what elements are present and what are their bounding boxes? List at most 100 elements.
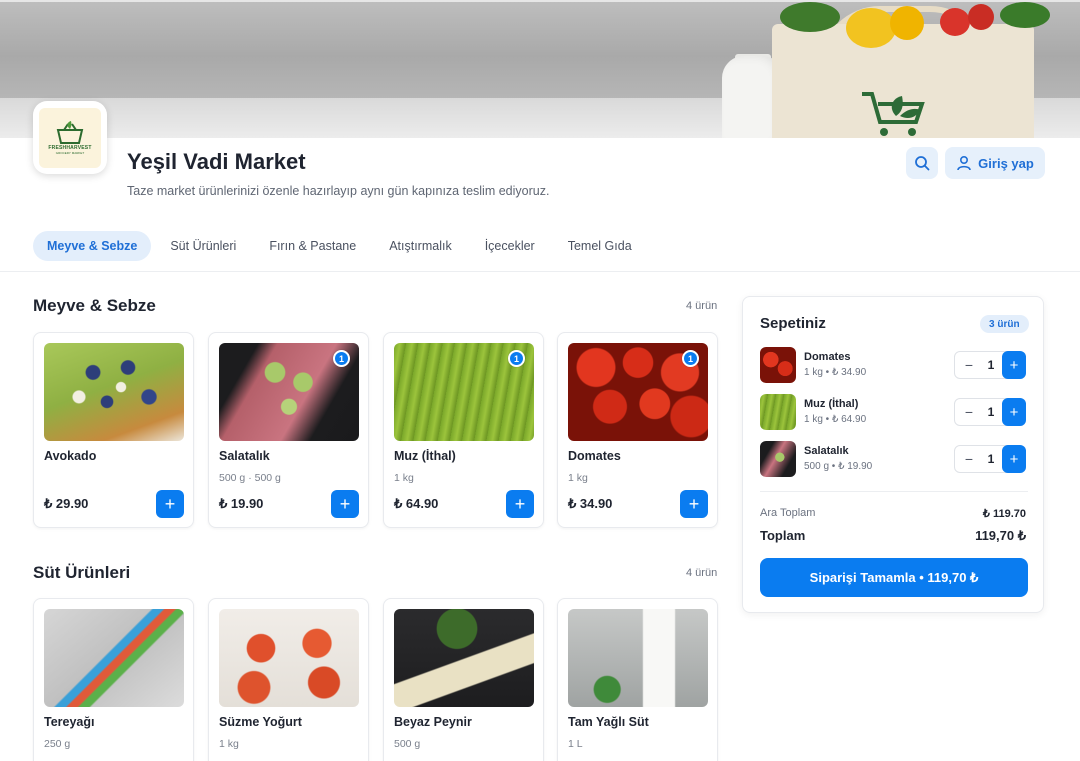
login-label: Giriş yap (978, 155, 1034, 171)
product-name: Avokado (44, 449, 97, 463)
add-to-cart-button[interactable]: + (156, 490, 184, 518)
avocado-image (44, 343, 184, 441)
product-card[interactable]: Süzme Yoğurt 1 kg (208, 598, 369, 761)
tab-firin-pastane[interactable]: Fırın & Pastane (255, 231, 370, 261)
store-description: Taze market ürünlerinizi özenle hazırlay… (127, 184, 550, 198)
total-label: Toplam (760, 528, 806, 543)
section-count: 4 ürün (686, 300, 718, 312)
quantity-stepper: − 1 + (954, 398, 1026, 426)
section-title: Süt Ürünleri (33, 563, 131, 582)
tab-meyve-sebze[interactable]: Meyve & Sebze (33, 231, 152, 261)
yogurt-image (219, 609, 359, 707)
plus-icon: + (164, 494, 176, 514)
plus-icon: + (339, 494, 351, 514)
quantity-stepper: − 1 + (954, 351, 1026, 379)
search-button[interactable] (906, 147, 938, 179)
cart-item-thumbnail (760, 441, 796, 477)
cart-divider (760, 491, 1028, 492)
product-name: Muz (İthal) (394, 449, 456, 463)
tabs-divider (0, 271, 1080, 272)
plus-icon: + (688, 494, 700, 514)
product-card[interactable]: Tereyağı 250 g (33, 598, 194, 761)
add-to-cart-button[interactable]: + (331, 490, 359, 518)
section-title: Meyve & Sebze (33, 296, 156, 315)
product-name: Salatalık (219, 449, 270, 463)
product-unit: 1 kg (568, 472, 588, 484)
plus-icon: + (514, 494, 526, 514)
product-price: ₺ 34.90 (568, 496, 613, 511)
product-price: ₺ 29.90 (44, 496, 89, 511)
increase-button[interactable]: + (1002, 398, 1026, 426)
tab-icecekler[interactable]: İçecekler (471, 231, 549, 261)
cart-panel: Sepetiniz 3 ürün Domates 1 kg • ₺ 34.90 … (742, 296, 1044, 613)
add-to-cart-button[interactable]: + (506, 490, 534, 518)
product-name: Tam Yağlı Süt (568, 715, 649, 729)
minus-icon: − (964, 357, 974, 373)
product-name: Domates (568, 449, 621, 463)
product-price: ₺ 19.90 (219, 496, 264, 511)
cart-item-detail: 500 g • ₺ 19.90 (804, 461, 873, 472)
tab-atistirmalik[interactable]: Atıştırmalık (375, 231, 466, 261)
product-name: Süzme Yoğurt (219, 715, 302, 729)
product-card[interactable]: 1 Salatalık 500 g · 500 g ₺ 19.90 + (208, 332, 369, 528)
plus-icon: + (1009, 356, 1019, 374)
store-name: Yeşil Vadi Market (127, 149, 306, 174)
product-card[interactable]: Beyaz Peynir 500 g (383, 598, 544, 761)
product-unit: 1 L (568, 738, 583, 750)
product-name: Beyaz Peynir (394, 715, 472, 729)
hero-banner (0, 0, 1080, 138)
cart-count-badge: 3 ürün (980, 315, 1029, 333)
quantity-stepper: − 1 + (954, 445, 1026, 473)
user-icon (957, 155, 971, 171)
product-card[interactable]: Avokado ₺ 29.90 + (33, 332, 194, 528)
tab-temel-gida[interactable]: Temel Gıda (554, 231, 646, 261)
product-card[interactable]: 1 Muz (İthal) 1 kg ₺ 64.90 + (383, 332, 544, 528)
cart-item-detail: 1 kg • ₺ 34.90 (804, 367, 867, 378)
login-button[interactable]: Giriş yap (945, 147, 1045, 179)
product-unit: 500 g · 500 g (219, 472, 281, 484)
basket-icon (56, 120, 84, 144)
white-cheese-image (394, 609, 534, 707)
minus-icon: − (964, 451, 974, 467)
product-unit: 1 kg (394, 472, 414, 484)
subtotal-label: Ara Toplam (760, 507, 816, 519)
product-unit: 250 g (44, 738, 71, 750)
cart-item-name: Domates (804, 351, 851, 363)
checkout-button[interactable]: Siparişi Tamamla • 119,70 ₺ (760, 558, 1028, 597)
cart-quantity-badge: 1 (333, 350, 350, 367)
total-value: 119,70 ₺ (975, 528, 1026, 543)
cart-quantity-badge: 1 (508, 350, 525, 367)
cart-quantity-badge: 1 (682, 350, 699, 367)
logo-subtext: GROCERY MARKET (55, 150, 85, 155)
product-unit: 1 kg (219, 738, 239, 750)
cart-item: Salatalık 500 g • ₺ 19.90 − 1 + (760, 441, 1030, 477)
product-price: ₺ 64.90 (394, 496, 439, 511)
section-count: 4 ürün (686, 567, 718, 579)
decrease-button[interactable]: − (959, 352, 979, 378)
product-card[interactable]: 1 Domates 1 kg ₺ 34.90 + (557, 332, 718, 528)
quantity-value: 1 (987, 358, 995, 372)
cart-item: Muz (İthal) 1 kg • ₺ 64.90 − 1 + (760, 394, 1030, 430)
butter-image (44, 609, 184, 707)
plus-icon: + (1009, 403, 1019, 421)
quantity-value: 1 (987, 405, 995, 419)
cart-item-name: Salatalık (804, 445, 849, 457)
search-icon (915, 156, 930, 171)
increase-button[interactable]: + (1002, 445, 1026, 473)
cart-title: Sepetiniz (760, 315, 826, 332)
cart-item-detail: 1 kg • ₺ 64.90 (804, 414, 867, 425)
cart-item: Domates 1 kg • ₺ 34.90 − 1 + (760, 347, 1030, 383)
minus-icon: − (964, 404, 974, 420)
plus-icon: + (1009, 450, 1019, 468)
quantity-value: 1 (987, 452, 995, 466)
tab-sut-urunleri[interactable]: Süt Ürünleri (156, 231, 250, 261)
decrease-button[interactable]: − (959, 399, 979, 425)
milk-image (568, 609, 708, 707)
add-to-cart-button[interactable]: + (680, 490, 708, 518)
decrease-button[interactable]: − (959, 446, 979, 472)
cart-item-thumbnail (760, 347, 796, 383)
product-card[interactable]: Tam Yağlı Süt 1 L (557, 598, 718, 761)
increase-button[interactable]: + (1002, 351, 1026, 379)
cart-logo-icon (862, 92, 925, 136)
store-logo: FRESHHARVEST GROCERY MARKET (33, 101, 107, 174)
